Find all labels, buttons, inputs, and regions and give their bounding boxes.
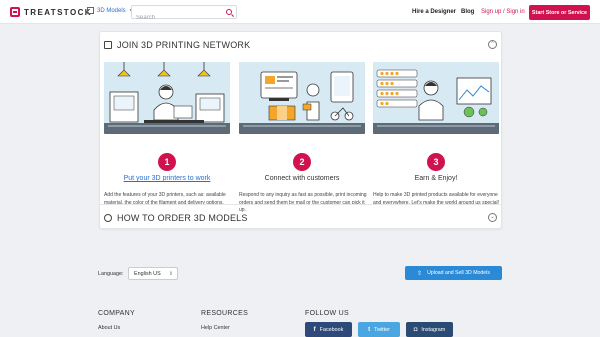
facebook-icon: f bbox=[313, 326, 316, 333]
site-footer bbox=[0, 255, 600, 337]
auth-separator: / bbox=[503, 9, 505, 15]
upload-icon: ⇧ bbox=[417, 270, 423, 277]
help-circle-icon bbox=[104, 214, 112, 222]
step-number-badge: 2 bbox=[293, 153, 311, 171]
company-heading: COMPANY bbox=[98, 310, 135, 317]
step-number-badge: 1 bbox=[158, 153, 176, 171]
order-section-title: HOW TO ORDER 3D MODELS bbox=[117, 213, 248, 223]
language-select[interactable]: English US ⇕ bbox=[128, 267, 178, 280]
section-divider bbox=[100, 204, 501, 205]
facebook-label: Facebook bbox=[319, 326, 344, 333]
logo-icon bbox=[10, 7, 20, 17]
cube-icon bbox=[87, 7, 94, 14]
twitter-label: Twitter bbox=[374, 326, 390, 333]
step-title: Connect with customers bbox=[264, 175, 340, 182]
instagram-button[interactable]: ◘ Instagram bbox=[406, 322, 453, 337]
illustration-earn bbox=[373, 62, 499, 134]
chevron-updown-icon: ⇕ bbox=[168, 271, 173, 277]
collapse-icon[interactable]: ⌃ bbox=[488, 40, 497, 49]
instagram-icon: ◘ bbox=[413, 326, 418, 333]
twitter-icon: t bbox=[368, 326, 371, 333]
step-title-link[interactable]: Put your 3D printers to work bbox=[104, 175, 230, 182]
help-center-link[interactable]: Help Center bbox=[201, 325, 230, 331]
illustration-customers bbox=[239, 62, 365, 134]
info-card: JOIN 3D PRINTING NETWORK ⌃ 1 Put your 3D… bbox=[99, 31, 502, 229]
auth-links: Sign up / Sign in bbox=[481, 9, 525, 15]
category-label: 3D Models bbox=[97, 7, 126, 14]
instagram-label: Instagram bbox=[421, 326, 446, 333]
treatstock-logo[interactable]: TREATSTOCK bbox=[10, 7, 92, 17]
category-dropdown[interactable]: 3D Models ▼ bbox=[87, 7, 134, 14]
search-box bbox=[131, 5, 237, 24]
follow-heading: FOLLOW US bbox=[305, 310, 349, 317]
hire-designer-link[interactable]: Hire a Designer bbox=[412, 9, 456, 15]
twitter-button[interactable]: t Twitter bbox=[358, 322, 400, 337]
join-section-title: JOIN 3D PRINTING NETWORK bbox=[117, 40, 251, 50]
site-header: TREATSTOCK 3D Models ▼ Hire a Designer B… bbox=[0, 0, 600, 24]
language-value: English US bbox=[134, 270, 161, 277]
blog-link[interactable]: Blog bbox=[461, 9, 474, 15]
upload-models-button[interactable]: ⇧ Upload and Sell 3D Models bbox=[405, 266, 502, 280]
step-number-badge: 3 bbox=[427, 153, 445, 171]
logo-text: TREATSTOCK bbox=[24, 7, 92, 17]
search-icon[interactable] bbox=[226, 9, 232, 15]
facebook-button[interactable]: f Facebook bbox=[305, 322, 352, 337]
signup-link[interactable]: Sign up bbox=[481, 9, 501, 15]
language-label: Language: bbox=[98, 271, 124, 277]
illustration-printers bbox=[104, 62, 230, 134]
signin-link[interactable]: Sign in bbox=[506, 9, 524, 15]
about-us-link[interactable]: About Us bbox=[98, 325, 120, 331]
upload-button-label: Upload and Sell 3D Models bbox=[427, 270, 490, 276]
search-input[interactable] bbox=[132, 12, 222, 24]
printer-icon bbox=[104, 41, 112, 49]
resources-heading: RESOURCES bbox=[201, 310, 249, 317]
expand-icon[interactable]: ⌄ bbox=[488, 213, 497, 222]
order-section-header[interactable]: HOW TO ORDER 3D MODELS bbox=[104, 213, 248, 223]
step-title: Earn & Enjoy! bbox=[414, 175, 458, 182]
join-section-header[interactable]: JOIN 3D PRINTING NETWORK bbox=[104, 40, 250, 50]
start-store-button[interactable]: Start Store or Service bbox=[529, 5, 590, 20]
